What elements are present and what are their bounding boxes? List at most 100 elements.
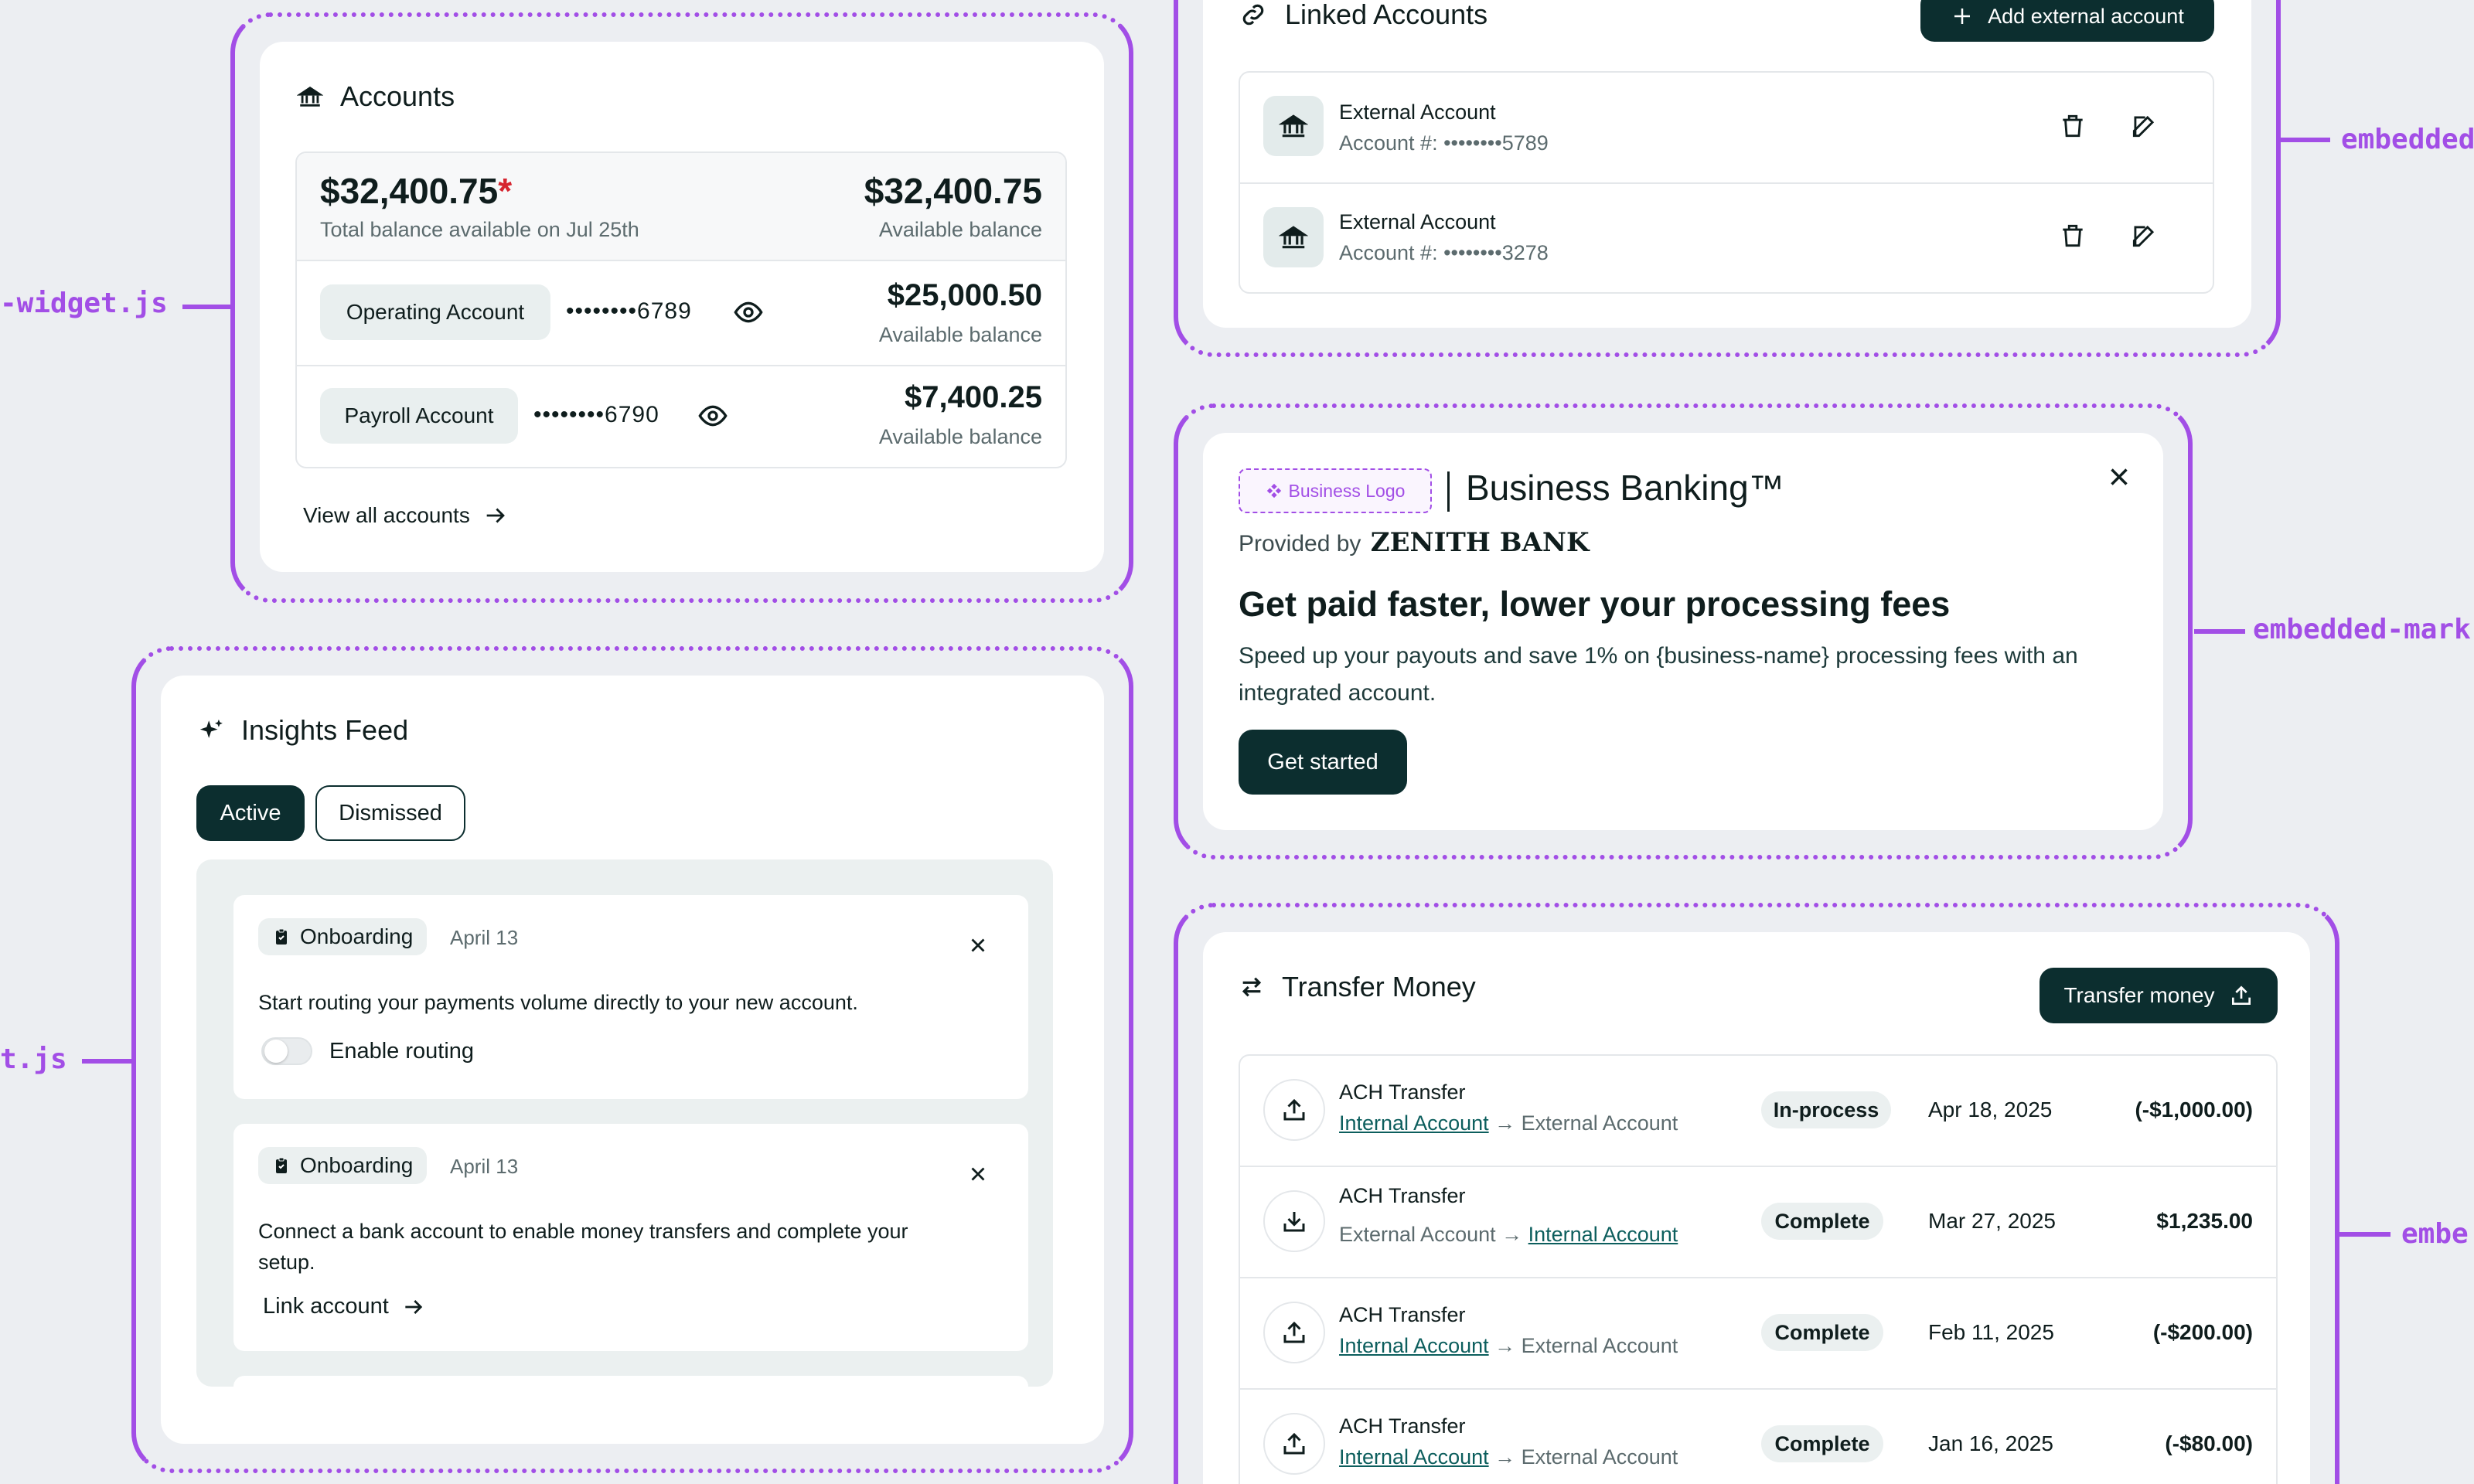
transfer-date: Apr 18, 2025 xyxy=(1928,1098,2053,1122)
add-external-account-button[interactable]: Add external account xyxy=(1920,0,2214,42)
accounts-card: Accounts $32,400.75* Total balance avail… xyxy=(260,42,1104,572)
sparkles-icon xyxy=(198,717,224,744)
linked-account-number: Account #: ••••••••3278 xyxy=(1339,241,1549,264)
transfer-date: Mar 27, 2025 xyxy=(1928,1209,2056,1233)
link-account-link[interactable]: Link account xyxy=(263,1294,426,1319)
transfer-amount: $1,235.00 xyxy=(2156,1209,2253,1233)
close-icon[interactable] xyxy=(2104,462,2134,492)
close-icon[interactable] xyxy=(966,934,990,957)
transfer-type: ACH Transfer xyxy=(1339,1414,1466,1438)
account-chip-operating[interactable]: Operating Account xyxy=(320,284,550,340)
transfer-route: Internal Account → External Account xyxy=(1339,1445,1678,1469)
tab-active[interactable]: Active xyxy=(196,785,305,841)
accounts-list: $32,400.75* Total balance available on J… xyxy=(295,151,1067,468)
connector-line xyxy=(182,305,235,309)
status-badge: Complete xyxy=(1761,1314,1883,1351)
arrow-right-icon xyxy=(401,1295,426,1319)
insight-tag-label: Onboarding xyxy=(300,924,414,948)
insight-item: Onboarding April 13 Connect a bank accou… xyxy=(233,1124,1028,1351)
clipboard-check-icon xyxy=(272,928,291,946)
linked-account-row[interactable]: External Account Account #: ••••••••3278 xyxy=(1240,184,2213,292)
insights-feed-list[interactable]: Onboarding April 13 Start routing your p… xyxy=(196,859,1053,1387)
insight-item xyxy=(233,1376,1028,1387)
transfer-date: Jan 16, 2025 xyxy=(1928,1431,2053,1455)
upload-icon xyxy=(2229,983,2254,1008)
close-icon[interactable] xyxy=(966,1162,990,1186)
view-all-label: View all accounts xyxy=(303,503,470,527)
bank-icon xyxy=(297,83,323,110)
clipboard-check-icon xyxy=(272,1156,291,1175)
linked-accounts-list: External Account Account #: ••••••••5789… xyxy=(1239,71,2214,294)
transfer-money-label: Transfer money xyxy=(2063,983,2215,1007)
diamond-icon xyxy=(1266,482,1283,499)
link-icon xyxy=(1239,0,1268,29)
account-row[interactable]: Payroll Account ••••••••6790 $7,400.25 A… xyxy=(297,366,1065,467)
transfer-type: ACH Transfer xyxy=(1339,1303,1466,1326)
linked-accounts-card: Linked Accounts Add external account Ext… xyxy=(1203,0,2251,328)
transfer-date: Feb 11, 2025 xyxy=(1928,1320,2054,1344)
accounts-title-row: Accounts xyxy=(297,80,455,113)
account-balance: $25,000.50 xyxy=(887,278,1042,312)
view-all-accounts-link[interactable]: View all accounts xyxy=(303,502,509,529)
status-badge: In-process xyxy=(1761,1091,1891,1128)
linked-account-name: External Account xyxy=(1339,210,1496,233)
incoming-icon xyxy=(1263,1190,1325,1252)
label-marketing: embedded-mark xyxy=(2253,614,2471,645)
eye-icon[interactable] xyxy=(697,400,728,431)
internal-account-link[interactable]: Internal Account xyxy=(1339,1334,1489,1357)
transfer-route: Internal Account → External Account xyxy=(1339,1334,1678,1357)
add-external-label: Add external account xyxy=(1988,4,2184,28)
insight-text: Connect a bank account to enable money t… xyxy=(258,1220,908,1243)
insight-tag: Onboarding xyxy=(258,1147,428,1184)
account-balance: $7,400.25 xyxy=(905,380,1042,414)
bank-wordmark: ZENITH BANK xyxy=(1370,527,1590,558)
status-badge: Complete xyxy=(1761,1425,1883,1462)
trash-icon[interactable] xyxy=(2058,221,2087,250)
plus-icon xyxy=(1951,5,1974,28)
insight-item: Onboarding April 13 Start routing your p… xyxy=(233,895,1028,1099)
transfer-row[interactable]: ACH Transfer Internal Account → External… xyxy=(1240,1056,2276,1166)
linked-title-row: Linked Accounts xyxy=(1239,0,1487,31)
account-chip-payroll[interactable]: Payroll Account xyxy=(320,388,518,444)
insights-card: Insights Feed Active Dismissed Onboardin… xyxy=(161,676,1104,1444)
status-badge: Complete xyxy=(1761,1203,1883,1240)
account-balance-caption: Available balance xyxy=(878,425,1042,448)
transfer-card: Transfer Money Transfer money ACH Transf… xyxy=(1203,932,2310,1484)
internal-account-link[interactable]: Internal Account xyxy=(1339,1445,1489,1469)
total-balance-caption: Total balance available on Jul 25th xyxy=(320,218,639,241)
available-total-caption: Available balance xyxy=(878,218,1042,241)
account-row[interactable]: Operating Account ••••••••6789 $25,000.5… xyxy=(297,261,1065,365)
accounts-total-row: $32,400.75* Total balance available on J… xyxy=(297,153,1065,260)
get-started-button[interactable]: Get started xyxy=(1239,730,1407,795)
bank-icon xyxy=(1263,207,1324,267)
edit-icon[interactable] xyxy=(2129,111,2159,141)
transfer-row[interactable]: ACH Transfer Internal Account → External… xyxy=(1240,1390,2276,1484)
marketing-body: Speed up your payouts and save 1% on {bu… xyxy=(1239,643,2078,669)
accounts-title: Accounts xyxy=(340,80,455,112)
logo-divider xyxy=(1447,471,1450,512)
linked-account-row[interactable]: External Account Account #: ••••••••5789 xyxy=(1240,73,2213,182)
transfer-row[interactable]: ACH Transfer External Account → Internal… xyxy=(1240,1167,2276,1277)
internal-account-link[interactable]: Internal Account xyxy=(1339,1111,1489,1135)
marketing-body: integrated account. xyxy=(1239,680,1436,706)
transfer-row[interactable]: ACH Transfer Internal Account → External… xyxy=(1240,1278,2276,1388)
linked-account-name: External Account xyxy=(1339,100,1496,124)
marketing-headline: Get paid faster, lower your processing f… xyxy=(1239,584,1951,624)
transfer-title-row: Transfer Money xyxy=(1239,971,1476,1003)
transfer-route: Internal Account → External Account xyxy=(1339,1111,1678,1135)
eye-icon[interactable] xyxy=(733,297,764,328)
marketing-card: Business Logo Business Banking™ Provided… xyxy=(1203,433,2163,830)
transfer-money-button[interactable]: Transfer money xyxy=(2040,968,2278,1023)
label-transfer: embe xyxy=(2401,1218,2469,1250)
transfer-route: External Account → Internal Account xyxy=(1339,1223,1678,1246)
enable-routing-toggle[interactable] xyxy=(261,1037,312,1065)
edit-icon[interactable] xyxy=(2129,221,2159,250)
internal-account-link[interactable]: Internal Account xyxy=(1528,1223,1678,1246)
trash-icon[interactable] xyxy=(2058,111,2087,141)
tab-dismissed[interactable]: Dismissed xyxy=(315,785,465,841)
available-total: $32,400.75 xyxy=(864,171,1042,211)
transfer-title: Transfer Money xyxy=(1282,971,1476,1002)
enable-routing-label: Enable routing xyxy=(329,1039,475,1064)
transfer-list: ACH Transfer Internal Account → External… xyxy=(1239,1054,2278,1484)
insight-tag: Onboarding xyxy=(258,918,428,955)
